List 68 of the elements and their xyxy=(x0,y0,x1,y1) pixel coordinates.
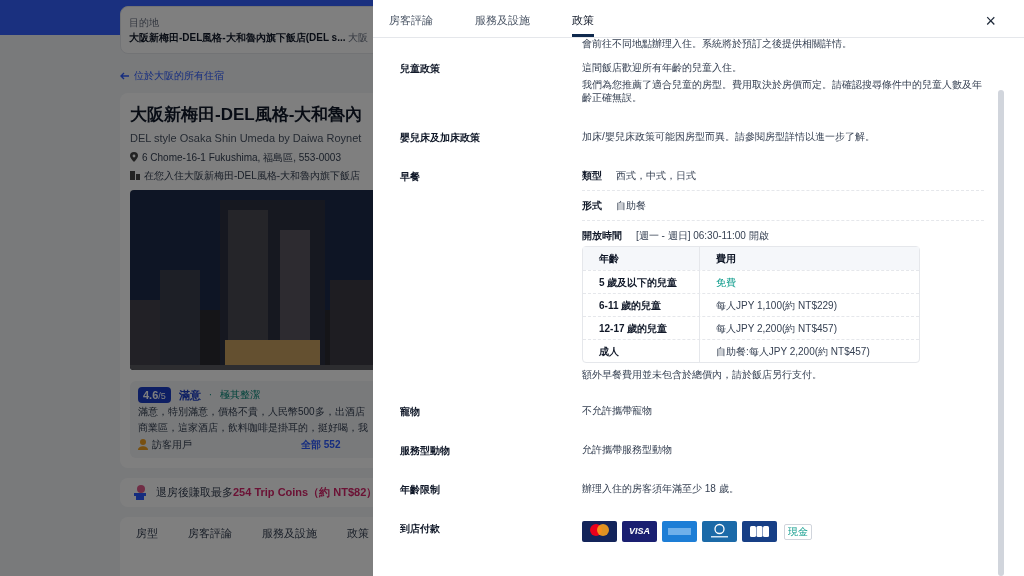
back-link[interactable]: 位於大阪的所有住宿 xyxy=(134,68,224,83)
search-card[interactable]: 目的地 大阪新梅田-DEL風格-大和魯內旗下飯店(DEL s... 大阪 xyxy=(120,6,373,54)
panel-tab[interactable]: 政策 xyxy=(572,11,594,37)
policy-label: 到店付款 xyxy=(400,522,441,536)
visa-card: VISA xyxy=(622,521,657,542)
policy-text: 辦理入住的房客須年滿至少 18 歲。 xyxy=(582,482,740,495)
hotel-english-name: DEL style Osaka Shin Umeda by Daiwa Roynet xyxy=(130,131,363,146)
policy-text: 我們為您推薦了適合兒童的房型。費用取決於房價而定。請確認搜尋條件中的兒童人數及年齡正確無誤。 xyxy=(582,78,983,104)
review-text: 商業區，這家酒店，飲料咖啡是掛耳的，挺好喝，我 xyxy=(138,421,369,435)
detail-value: [週一 - 週日] 06:30-11:00 開啟 xyxy=(636,229,769,242)
address-text: 6 Chome-16-1 Fukushima, 福島區, 553-0003 xyxy=(142,150,341,165)
rating-badge: 4.6/5 xyxy=(138,386,171,403)
review-text: 滿意，特別滿意，價格不貴，人民幣500多，出酒店 xyxy=(138,405,366,419)
panel-tab[interactable]: 房客評論 xyxy=(389,11,433,37)
table-cell-text: 每人JPY 1,100(約 NT$229) xyxy=(715,298,837,313)
diners-card-icon xyxy=(702,521,737,542)
policy-label: 服務型動物 xyxy=(400,444,451,458)
policy-label: 早餐 xyxy=(400,170,421,184)
table-cell: 5 歲及以下的兒童 xyxy=(583,271,700,293)
cash-tag: 現金 xyxy=(784,523,812,540)
page-tab[interactable]: 政策 xyxy=(347,524,369,541)
building-icon xyxy=(130,170,140,180)
policy-text: 不允許攜帶寵物 xyxy=(582,404,653,417)
table-cell: 12-17 歲的兒童 xyxy=(583,317,700,339)
user-icon xyxy=(138,439,148,450)
table-cell-text: 免費 xyxy=(715,275,736,290)
detail-label: 開放時間 xyxy=(582,229,622,242)
policy-label: 兒童政策 xyxy=(400,62,441,76)
panel-tab[interactable]: 服務及設施 xyxy=(475,11,530,37)
detail-label: 形式 xyxy=(582,199,602,212)
detail-label: 類型 xyxy=(582,169,602,182)
policy-label: 寵物 xyxy=(400,405,421,419)
jcb-card-icon xyxy=(742,521,777,542)
table-cell-text: 自助餐:每人JPY 2,200(約 NT$457) xyxy=(715,344,870,359)
all-reviews-link[interactable]: 全部 552 xyxy=(301,437,341,452)
field-label: 目的地 xyxy=(129,16,160,30)
rating-text: 滿意 xyxy=(178,387,201,403)
policy-text: 允許攜帶服務型動物 xyxy=(582,443,673,456)
table-cell: 6-11 歲的兒童 xyxy=(583,294,700,316)
policy-text: 這間飯店歡迎所有年齡的兒童入住。 xyxy=(582,61,743,74)
policy-label: 年齡限制 xyxy=(400,483,441,497)
page-tab[interactable]: 服務及設施 xyxy=(262,524,317,541)
hotel-name: 大阪新梅田-DEL風格-大和魯內 xyxy=(130,104,364,126)
destination-value: 大阪新梅田-DEL風格-大和魯內旗下飯店(DEL s... xyxy=(129,31,346,45)
table-cell: 成人 xyxy=(583,340,700,362)
page-tab[interactable]: 房客評論 xyxy=(188,524,232,541)
review-tag: 極其整潔 xyxy=(220,387,261,403)
column-header: 年齡 xyxy=(583,247,700,270)
back-arrow-icon xyxy=(120,71,130,80)
detail-value: 自助餐 xyxy=(616,199,646,212)
separator-dot: · xyxy=(208,388,213,403)
amex-card-icon xyxy=(662,521,697,542)
policy-label: 嬰兒床及加床政策 xyxy=(400,131,481,145)
policy-note: 額外早餐費用並未包含於總價內，請於飯店另行支付。 xyxy=(582,368,823,382)
table-cell-text: 每人JPY 2,200(約 NT$457) xyxy=(715,321,837,336)
page-tab[interactable]: 房型 xyxy=(136,524,158,541)
city-text: 大阪 xyxy=(348,31,369,45)
reviewer-name: 訪客用戶 xyxy=(152,438,192,452)
column-header: 費用 xyxy=(715,252,736,266)
scrollbar-thumb[interactable] xyxy=(998,90,1004,576)
policy-text: 加床/嬰兒床政策可能因房型而異。請參閱房型詳情以進一步了解。 xyxy=(582,130,876,143)
coins-text: 退房後賺取最多254 Trip Coins（約 NT$82） xyxy=(156,485,373,500)
notice-text: 在您入住大阪新梅田-DEL風格-大和魯內旗下飯店 xyxy=(144,168,361,183)
close-button[interactable]: × xyxy=(985,12,996,30)
location-pin-icon xyxy=(130,152,138,162)
detail-value: 西式，中式，日式 xyxy=(616,169,696,182)
mastercard-card-icon xyxy=(582,521,617,542)
policy-text: 會前往不同地點辦理入住。系統將於預訂之後提供相關詳情。 xyxy=(582,38,853,50)
